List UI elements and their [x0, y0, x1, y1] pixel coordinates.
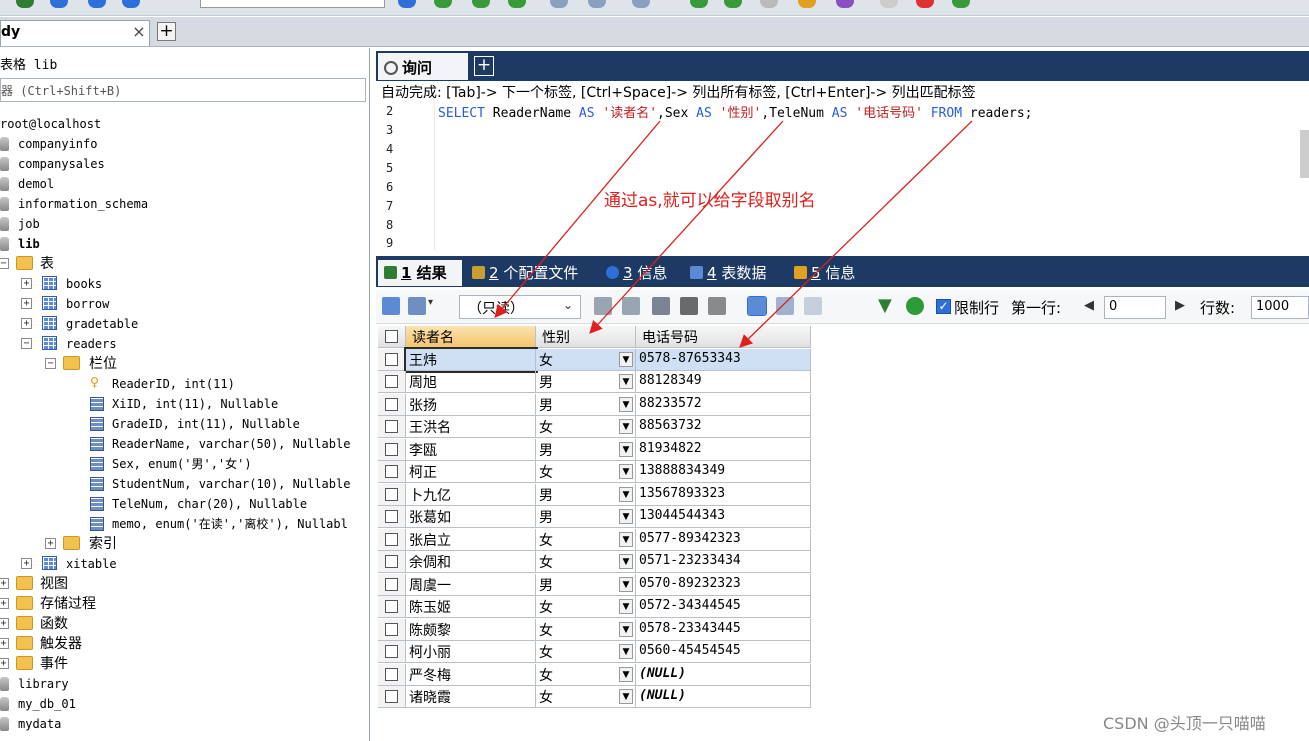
- arrow-line: [589, 120, 784, 334]
- arrow-line: [494, 120, 661, 318]
- arrow-line: [739, 120, 973, 348]
- annotation-arrows: [494, 120, 973, 348]
